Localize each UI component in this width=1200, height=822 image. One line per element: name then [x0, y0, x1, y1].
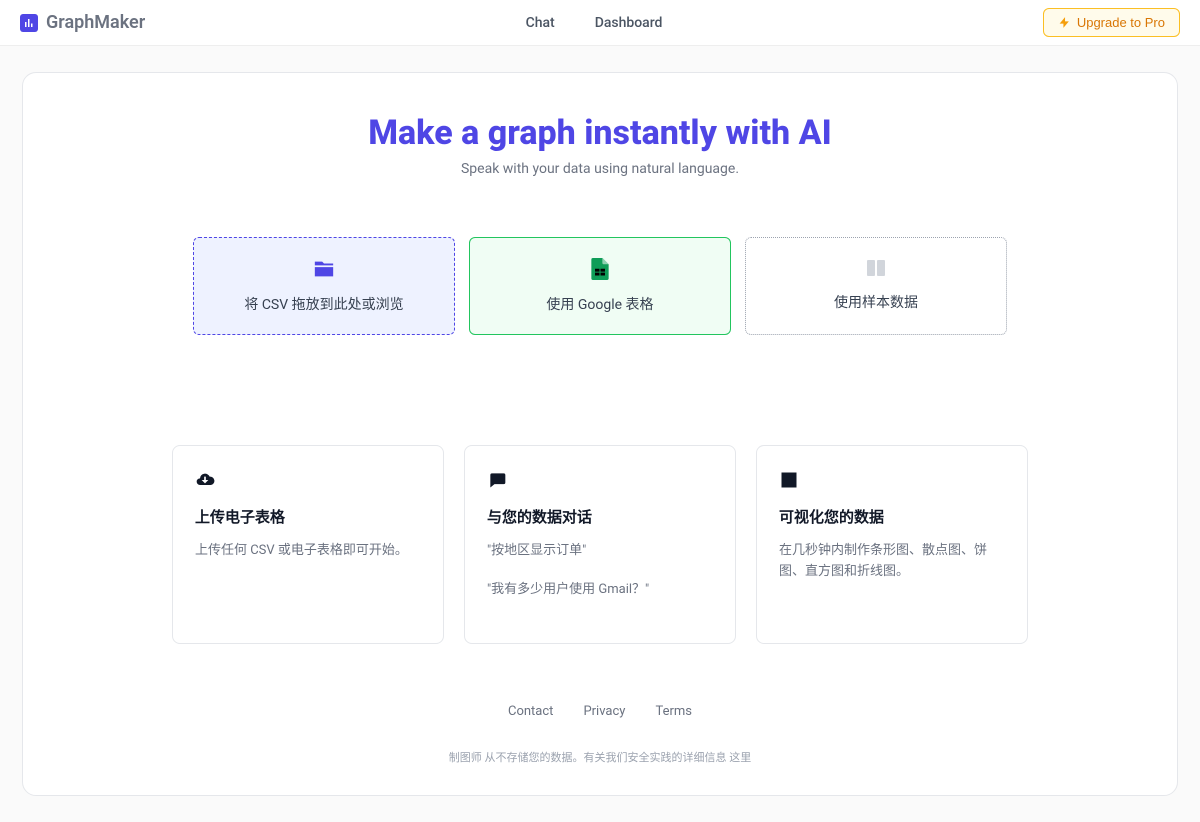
chat-icon	[487, 470, 507, 490]
feature-viz-title: 可视化您的数据	[779, 506, 1005, 527]
feature-upload-desc: 上传任何 CSV 或电子表格即可开始。	[195, 541, 421, 562]
option-gsheets-label: 使用 Google 表格	[546, 294, 653, 314]
brand-text: GraphMaker	[46, 12, 145, 33]
feature-talk: 与您的数据对话 "按地区显示订单" "我有多少用户使用 Gmail？"	[464, 445, 736, 644]
feature-visualize: 可视化您的数据 在几秒钟内制作条形图、散点图、饼图、直方图和折线图。	[756, 445, 1028, 644]
feature-talk-q2: "我有多少用户使用 Gmail？"	[487, 580, 713, 601]
logo-icon	[20, 14, 38, 32]
main-card: Make a graph instantly with AI Speak wit…	[22, 72, 1178, 796]
topbar: GraphMaker Chat Dashboard Upgrade to Pro	[0, 0, 1200, 46]
data-source-options: 将 CSV 拖放到此处或浏览 使用 Google 表格 使用样本数据	[83, 237, 1117, 335]
upgrade-button[interactable]: Upgrade to Pro	[1043, 8, 1180, 37]
footer-privacy[interactable]: Privacy	[583, 704, 625, 719]
nav-chat[interactable]: Chat	[526, 15, 555, 31]
hero-title: Make a graph instantly with AI	[83, 113, 1117, 153]
cloud-upload-icon	[195, 470, 215, 490]
option-csv-dropzone[interactable]: 将 CSV 拖放到此处或浏览	[193, 237, 455, 335]
feature-upload-title: 上传电子表格	[195, 506, 421, 527]
feature-talk-title: 与您的数据对话	[487, 506, 713, 527]
option-google-sheets[interactable]: 使用 Google 表格	[469, 237, 731, 335]
nav-dashboard[interactable]: Dashboard	[595, 15, 663, 31]
option-csv-label: 将 CSV 拖放到此处或浏览	[244, 294, 403, 314]
upgrade-label: Upgrade to Pro	[1077, 15, 1165, 30]
top-nav: Chat Dashboard	[526, 15, 663, 31]
lightning-icon	[1058, 16, 1071, 29]
feature-viz-desc: 在几秒钟内制作条形图、散点图、饼图、直方图和折线图。	[779, 541, 1005, 583]
brand[interactable]: GraphMaker	[20, 12, 145, 33]
option-sample-label: 使用样本数据	[834, 292, 918, 312]
feature-upload: 上传电子表格 上传任何 CSV 或电子表格即可开始。	[172, 445, 444, 644]
footer-links: Contact Privacy Terms	[83, 704, 1117, 719]
features-row: 上传电子表格 上传任何 CSV 或电子表格即可开始。 与您的数据对话 "按地区显…	[83, 445, 1117, 644]
chart-trend-icon	[779, 470, 799, 490]
option-sample-data[interactable]: 使用样本数据	[745, 237, 1007, 335]
columns-icon	[864, 258, 888, 278]
feature-talk-q1: "按地区显示订单"	[487, 541, 713, 562]
folder-icon	[313, 258, 335, 280]
feature-talk-desc: "按地区显示订单" "我有多少用户使用 Gmail？"	[487, 541, 713, 601]
hero-subtitle: Speak with your data using natural langu…	[83, 161, 1117, 177]
footer-fineprint: 制图师 从不存储您的数据。有关我们安全实践的详细信息 这里	[83, 749, 1117, 765]
sheets-icon	[590, 258, 610, 280]
footer-contact[interactable]: Contact	[508, 704, 553, 719]
footer-terms[interactable]: Terms	[655, 704, 692, 719]
